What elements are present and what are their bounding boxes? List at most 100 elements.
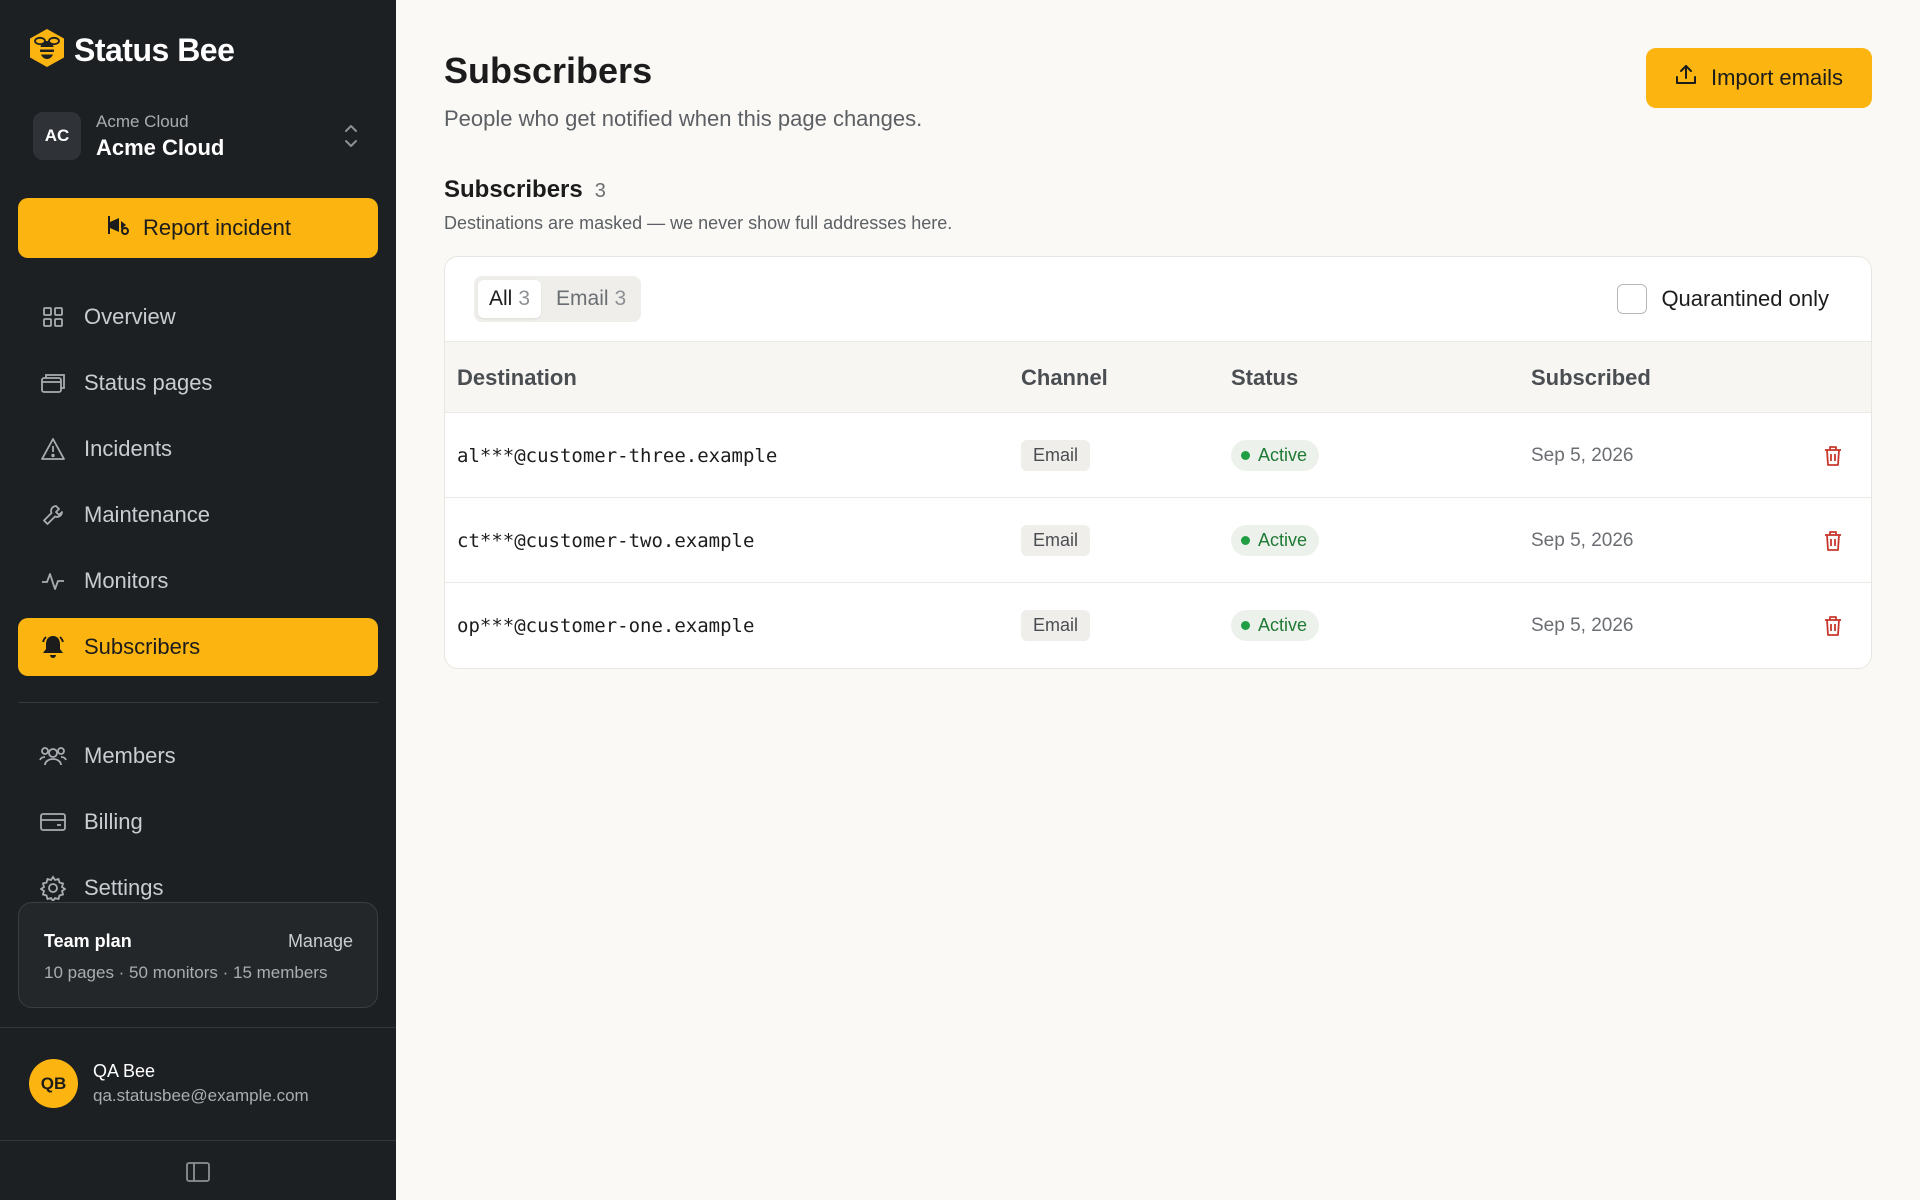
table-row: ct***@customer-two.example Email Active … (445, 498, 1871, 583)
quarantined-only-checkbox[interactable] (1617, 284, 1648, 314)
section-count: 3 (594, 180, 606, 202)
bee-logo-icon (28, 28, 66, 73)
import-emails-label: Import emails (1710, 65, 1844, 90)
upload-icon (1675, 64, 1697, 92)
tab-label: All (489, 287, 513, 310)
sidebar-item-label: Settings (84, 875, 164, 900)
subscribed-date: Sep 5, 2026 (1531, 614, 1634, 636)
warning-icon (38, 434, 68, 464)
report-incident-label: Report incident (143, 215, 291, 240)
user-profile[interactable]: QB QA Bee qa.statusbee@example.com (29, 1059, 309, 1108)
sidebar-item-status-pages[interactable]: Status pages (18, 354, 378, 412)
org-name: Acme Cloud (96, 134, 225, 160)
divider (0, 1027, 396, 1028)
grid-icon (38, 302, 68, 332)
sidebar-item-incidents[interactable]: Incidents (18, 420, 378, 478)
section-title: Subscribers (444, 176, 583, 203)
main-content: Subscribers People who get notified when… (396, 0, 1920, 1200)
section-heading: Subscribers 3 (444, 176, 606, 204)
sidebar-item-label: Members (84, 743, 176, 768)
plan-name: Team plan (44, 931, 132, 951)
tab-label: Email (556, 287, 609, 310)
avatar: QB (29, 1059, 78, 1108)
status-label: Active (1258, 445, 1308, 465)
channel-badge: Email (1021, 440, 1091, 471)
subscribed-date: Sep 5, 2026 (1531, 529, 1634, 551)
user-email: qa.statusbee@example.com (93, 1086, 309, 1105)
sidebar-item-label: Incidents (84, 436, 173, 461)
trash-icon[interactable] (1821, 529, 1845, 553)
sidebar-item-overview[interactable]: Overview (18, 288, 378, 346)
card-icon (38, 807, 68, 837)
sidebar-item-billing[interactable]: Billing (18, 793, 378, 851)
sidebar-item-label: Monitors (84, 568, 169, 593)
plan-limits: 10 pages · 50 monitors · 15 members (44, 963, 328, 982)
report-incident-button[interactable]: Report incident (18, 198, 378, 258)
tab-count: 3 (614, 287, 627, 310)
quarantined-only-toggle[interactable]: Quarantined only (1617, 284, 1829, 314)
sidebar-item-label: Overview (84, 304, 176, 329)
gear-icon (38, 873, 68, 903)
subscribers-card: All 3 Email 3 Quarantined only Destinati… (444, 256, 1872, 669)
status-label: Active (1258, 530, 1308, 550)
filter-tabs: All 3 Email 3 (474, 276, 642, 322)
sidebar-item-maintenance[interactable]: Maintenance (18, 486, 378, 544)
users-icon (38, 741, 68, 771)
divider (0, 1140, 396, 1141)
table-row: op***@customer-one.example Email Active … (445, 583, 1871, 668)
destination: op***@customer-one.example (457, 614, 755, 637)
user-name: QA Bee (93, 1061, 156, 1081)
table-header: Destination Channel Status Subscribed (445, 341, 1871, 413)
sidebar-item-subscribers[interactable]: Subscribers (18, 618, 378, 676)
sidebar-item-label: Status pages (84, 370, 213, 395)
bell-icon (38, 632, 68, 662)
status-badge: Active (1231, 610, 1320, 641)
status-label: Active (1258, 615, 1308, 635)
org-switcher[interactable]: AC Acme Cloud Acme Cloud (33, 108, 363, 164)
status-badge: Active (1231, 525, 1320, 556)
manage-plan-link[interactable]: Manage (288, 931, 353, 952)
pulse-icon (38, 566, 68, 596)
org-label: Acme Cloud (96, 111, 189, 131)
subscribed-date: Sep 5, 2026 (1531, 444, 1634, 466)
tab-all[interactable]: All 3 (478, 280, 542, 318)
destination: ct***@customer-two.example (457, 529, 755, 552)
brand-name: Status Bee (74, 32, 235, 68)
sidebar-item-members[interactable]: Members (18, 727, 378, 785)
brand[interactable]: Status Bee (28, 28, 235, 73)
org-avatar: AC (33, 112, 81, 160)
column-header-channel[interactable]: Channel (1021, 365, 1108, 391)
pages-icon (38, 368, 68, 398)
sidebar-item-monitors[interactable]: Monitors (18, 552, 378, 610)
nav-divider (18, 702, 378, 703)
status-dot-icon (1241, 621, 1250, 630)
tab-email[interactable]: Email 3 (545, 280, 637, 318)
section-subtitle: Destinations are masked — we never show … (444, 213, 953, 233)
trash-icon[interactable] (1821, 614, 1845, 638)
table-row: al***@customer-three.example Email Activ… (445, 413, 1871, 498)
megaphone-icon (105, 212, 131, 244)
page-subtitle: People who get notified when this page c… (444, 106, 923, 131)
status-badge: Active (1231, 440, 1320, 471)
sidebar-item-label: Maintenance (84, 502, 210, 527)
column-header-destination[interactable]: Destination (457, 365, 577, 391)
chevron-up-down-icon (339, 120, 363, 152)
sidebar-toggle-icon[interactable] (185, 1160, 211, 1184)
sidebar-item-label: Subscribers (84, 634, 201, 659)
sidebar-item-label: Billing (84, 809, 143, 834)
trash-icon[interactable] (1821, 444, 1845, 468)
status-dot-icon (1241, 451, 1250, 460)
page-title: Subscribers (444, 50, 653, 91)
wrench-icon (38, 500, 68, 530)
status-dot-icon (1241, 536, 1250, 545)
quarantined-only-label: Quarantined only (1661, 286, 1829, 311)
import-emails-button[interactable]: Import emails (1646, 48, 1872, 108)
sidebar: Status Bee AC Acme Cloud Acme Cloud Repo… (0, 0, 396, 1200)
column-header-status[interactable]: Status (1231, 365, 1298, 391)
column-header-subscribed[interactable]: Subscribed (1531, 365, 1651, 391)
channel-badge: Email (1021, 610, 1091, 641)
plan-card: Team plan Manage 10 pages · 50 monitors … (18, 902, 378, 1008)
tab-count: 3 (518, 287, 531, 310)
destination: al***@customer-three.example (457, 444, 778, 467)
channel-badge: Email (1021, 525, 1091, 556)
